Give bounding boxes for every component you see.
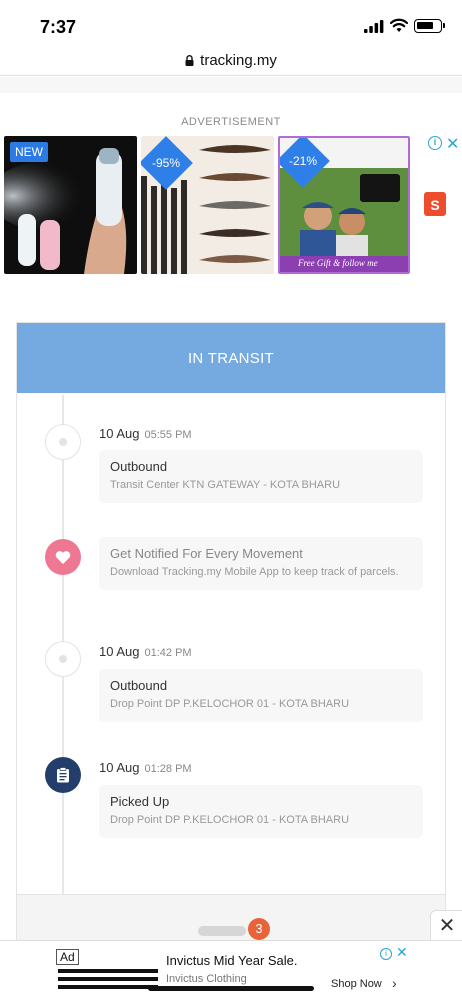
status-time: 7:37 — [40, 17, 77, 37]
battery-icon — [414, 19, 442, 33]
timeline-dot-icon — [45, 424, 81, 460]
promo-detail: Download Tracking.my Mobile App to keep … — [110, 566, 399, 578]
timeline-event: Outbound Transit Center KTN GATEWAY - KO… — [99, 450, 423, 503]
shopping-bag-icon[interactable]: S — [424, 192, 446, 216]
shipment-status-header: IN TRANSIT — [17, 323, 445, 393]
ad-title: Invictus Mid Year Sale. — [166, 953, 298, 968]
bottom-banner-ad[interactable]: Ad Invictus Mid Year Sale. Invictus Clot… — [0, 940, 462, 1000]
new-badge: NEW — [10, 142, 48, 162]
event-date: 10 Aug — [99, 644, 140, 659]
event-location: Drop Point DP P.KELOCHOR 01 - KOTA BHARU — [110, 814, 350, 826]
page-top-band — [0, 77, 462, 93]
battery-tip — [443, 23, 445, 28]
close-ad-button[interactable]: ✕ — [430, 910, 462, 942]
ad-tile-eyebrow-pencil[interactable]: -95% — [141, 136, 274, 274]
event-title: Outbound — [110, 678, 168, 693]
ad-brand: Invictus Clothing — [166, 973, 247, 985]
event-datetime: 10 Aug 05:55 PM — [99, 426, 192, 441]
url-text: tracking.my — [200, 52, 277, 69]
event-time: 01:42 PM — [144, 647, 192, 659]
notification-count-badge[interactable]: 3 — [248, 918, 270, 940]
ad-info-icon[interactable]: i — [380, 948, 392, 960]
promo-title: Get Notified For Every Movement — [110, 546, 303, 561]
event-datetime: 10 Aug 01:28 PM — [99, 760, 192, 775]
event-date: 10 Aug — [99, 426, 140, 441]
event-title: Picked Up — [110, 794, 170, 809]
ad-dismiss-icon[interactable]: ✕ — [396, 944, 408, 961]
heart-icon — [45, 539, 81, 575]
event-time: 05:55 PM — [144, 429, 192, 441]
clipboard-icon — [45, 757, 81, 793]
ad-badge: Ad — [56, 949, 79, 965]
event-title: Outbound — [110, 459, 168, 474]
ad-caption: Free Gift & follow me — [298, 258, 378, 268]
event-location: Transit Center KTN GATEWAY - KOTA BHARU — [110, 479, 341, 491]
address-bar[interactable]: tracking.my — [0, 46, 462, 76]
lock-icon — [185, 55, 194, 66]
event-time: 01:28 PM — [144, 763, 192, 775]
ad-close-icon[interactable]: ✕ — [446, 134, 459, 154]
card-footer — [17, 894, 445, 944]
advertisement-label: ADVERTISEMENT — [181, 116, 281, 128]
wifi-icon — [390, 18, 408, 32]
timeline-event: Picked Up Drop Point DP P.KELOCHOR 01 - … — [99, 785, 423, 838]
tracking-card: IN TRANSIT 10 Aug 05:55 PM Outbound Trans… — [16, 322, 446, 944]
event-datetime: 10 Aug 01:42 PM — [99, 644, 192, 659]
ad-tile-gps-tracker[interactable]: -21% Free Gift & follow me — [278, 136, 410, 274]
timeline-event: Outbound Drop Point DP P.KELOCHOR 01 - K… — [99, 669, 423, 722]
app-promo-card[interactable]: Get Notified For Every Movement Download… — [99, 537, 423, 590]
adchoices-icon[interactable]: i — [428, 136, 442, 150]
ad-tile-mist-sprayer[interactable]: NEW — [4, 136, 137, 274]
ad-logo — [58, 965, 158, 991]
event-location: Drop Point DP P.KELOCHOR 01 - KOTA BHARU — [110, 698, 350, 710]
chevron-right-icon: › — [392, 975, 397, 991]
cellular-signal-icon — [364, 20, 384, 33]
scroll-pill — [198, 926, 246, 936]
event-date: 10 Aug — [99, 760, 140, 775]
shop-now-button[interactable]: Shop Now — [331, 978, 382, 990]
home-indicator[interactable] — [148, 986, 314, 991]
battery-level — [417, 22, 433, 29]
timeline-dot-icon — [45, 641, 81, 677]
status-bar: 7:37 — [0, 0, 462, 46]
